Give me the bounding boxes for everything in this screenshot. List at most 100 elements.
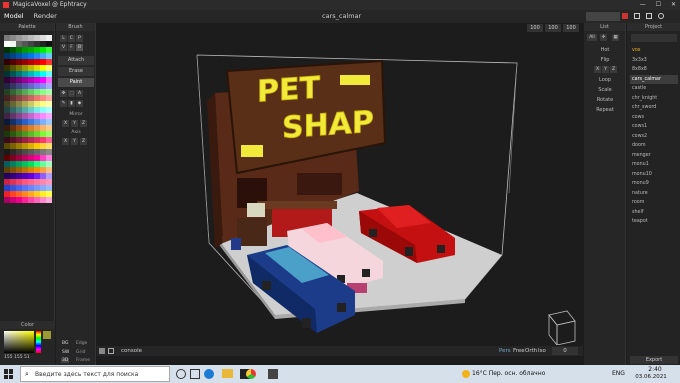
project-item[interactable]: cows1: [630, 122, 678, 131]
fill-tool-icon[interactable]: ◆: [76, 100, 83, 107]
voxel-scene[interactable]: PET SHAP: [97, 33, 583, 345]
camera-value[interactable]: 0: [552, 347, 578, 355]
grid-label[interactable]: Grid: [76, 350, 85, 355]
axis-y[interactable]: Y: [71, 138, 78, 145]
maximize-button[interactable]: ☐: [656, 1, 661, 8]
cortana-icon[interactable]: [176, 369, 186, 379]
project-item[interactable]: vox: [630, 46, 678, 55]
clock-date[interactable]: 03.06.2021: [632, 374, 670, 380]
project-item[interactable]: cows: [630, 113, 678, 122]
3d-toggle[interactable]: 3D: [61, 358, 70, 363]
open-icon[interactable]: [634, 13, 640, 19]
project-item[interactable]: cars_calmar: [630, 74, 678, 84]
project-item[interactable]: 3x3x3: [630, 56, 678, 65]
list-flip[interactable]: Flip: [584, 56, 626, 65]
camera-pers[interactable]: Pers: [499, 346, 511, 356]
attach-button[interactable]: Attach: [58, 56, 94, 65]
explorer-icon[interactable]: [222, 369, 233, 378]
sw-toggle[interactable]: SW: [62, 350, 69, 355]
brush-mode-v[interactable]: V: [60, 44, 67, 51]
minimize-button[interactable]: —: [640, 1, 646, 8]
bg-toggle[interactable]: BG: [62, 341, 69, 346]
start-icon[interactable]: [4, 369, 14, 379]
clock-time[interactable]: 2:40: [640, 366, 670, 373]
flip-z[interactable]: Z: [610, 66, 617, 73]
screenshot-icon[interactable]: [646, 13, 652, 19]
frame-label[interactable]: Frame: [76, 358, 90, 363]
viewport[interactable]: 100 100 100 PET SHAP console Pers Free O…: [97, 23, 583, 365]
taskbar-search[interactable]: ⌕ Введите здесь текст для поиска: [20, 366, 170, 382]
color-rgb-values[interactable]: 155 155 51: [4, 355, 30, 360]
project-item[interactable]: chr_knight: [630, 94, 678, 103]
flip-x[interactable]: X: [594, 66, 601, 73]
chrome-icon[interactable]: [246, 369, 256, 379]
console-input[interactable]: console: [121, 346, 142, 356]
list-all-button[interactable]: All: [587, 34, 597, 41]
brush-mode-l[interactable]: L: [60, 35, 67, 42]
project-item[interactable]: room: [630, 198, 678, 207]
text-tool-icon[interactable]: A: [76, 90, 83, 97]
project-item[interactable]: monu1: [630, 160, 678, 169]
brush-mode-b[interactable]: B: [76, 44, 83, 51]
tab-render[interactable]: Render: [30, 10, 61, 23]
project-item[interactable]: teapot: [630, 217, 678, 226]
marquee-tool-icon[interactable]: ⬚: [68, 90, 75, 97]
size-y-field[interactable]: 100: [545, 24, 561, 32]
list-rotate[interactable]: Rotate: [584, 96, 626, 105]
flip-y[interactable]: Y: [602, 66, 609, 73]
list-repeat[interactable]: Repeat: [584, 106, 626, 115]
brush-mode-p[interactable]: P: [76, 35, 83, 42]
project-item[interactable]: shelf: [630, 208, 678, 217]
language-indicator[interactable]: ENG: [612, 370, 625, 377]
axis-z[interactable]: Z: [80, 138, 87, 145]
project-toolbar[interactable]: [631, 34, 677, 42]
list-grid-icon[interactable]: ▦: [612, 34, 619, 41]
project-item[interactable]: menger: [630, 151, 678, 160]
close-button[interactable]: ✕: [671, 1, 676, 8]
tab-model[interactable]: Model: [0, 10, 28, 23]
color-picker-area[interactable]: [4, 331, 34, 353]
project-item[interactable]: monu9: [630, 179, 678, 188]
weather-text[interactable]: 16°C Пер. осн. облачно: [472, 370, 545, 377]
mirror-z[interactable]: Z: [80, 120, 87, 127]
axis-x[interactable]: X: [62, 138, 69, 145]
mirror-x[interactable]: X: [62, 120, 69, 127]
project-item[interactable]: nature: [630, 189, 678, 198]
export-button[interactable]: Export: [630, 356, 678, 364]
select-tool-icon[interactable]: ✥: [60, 90, 67, 97]
undo-redo-buttons[interactable]: [586, 12, 620, 21]
task-view-icon[interactable]: [190, 369, 200, 379]
palette-swatch-grid[interactable]: [4, 35, 52, 203]
erase-button[interactable]: Erase: [58, 67, 94, 76]
list-loop[interactable]: Loop: [584, 76, 626, 85]
delete-tool-icon[interactable]: ▮: [68, 100, 75, 107]
hue-slider[interactable]: [36, 331, 41, 353]
palette-swatch[interactable]: [46, 197, 52, 203]
size-z-field[interactable]: 100: [563, 24, 579, 32]
project-item[interactable]: chr_sword: [630, 103, 678, 112]
camera-iso[interactable]: Iso: [538, 346, 546, 356]
save-icon[interactable]: [622, 13, 628, 19]
mirror-y[interactable]: Y: [71, 120, 78, 127]
camera-icon[interactable]: [108, 348, 114, 354]
paint-button[interactable]: Paint: [58, 78, 94, 87]
magicavoxel-taskbar-icon[interactable]: [268, 369, 278, 379]
size-x-field[interactable]: 100: [527, 24, 543, 32]
project-item[interactable]: 8x8x8: [630, 65, 678, 74]
list-link-icon[interactable]: ✣: [600, 34, 607, 41]
list-scale[interactable]: Scale: [584, 86, 626, 95]
brush-mode-f[interactable]: F: [68, 44, 75, 51]
project-item[interactable]: doom: [630, 141, 678, 150]
edge-icon[interactable]: [204, 369, 214, 379]
picker-tool-icon[interactable]: ✎: [60, 100, 67, 107]
settings-icon[interactable]: [658, 13, 664, 19]
project-item[interactable]: cows2: [630, 132, 678, 141]
camera-orth[interactable]: Orth: [525, 346, 537, 356]
console-icon[interactable]: [99, 348, 105, 354]
list-hot[interactable]: Hot: [584, 46, 626, 55]
camera-free[interactable]: Free: [513, 346, 525, 356]
brush-mode-c[interactable]: C: [68, 35, 75, 42]
project-item[interactable]: monu10: [630, 170, 678, 179]
edge-label[interactable]: Edge: [76, 341, 87, 346]
project-item[interactable]: castle: [630, 84, 678, 93]
